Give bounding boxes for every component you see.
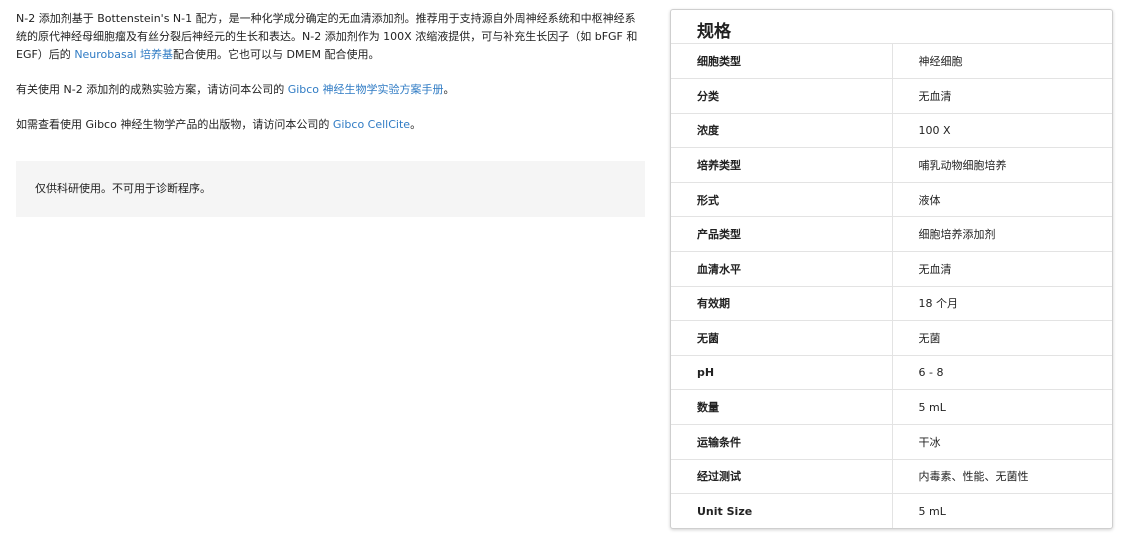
spec-value: 18 个月 [892, 286, 1112, 322]
description-text: 如需查看使用 Gibco 神经生物学产品的出版物，请访问本公司的 [16, 118, 333, 131]
spec-label: 经过测试 [671, 459, 893, 495]
spec-row: 细胞类型 神经细胞 [671, 44, 1112, 80]
spec-label: 培养类型 [671, 147, 893, 183]
spec-label: 分类 [671, 78, 893, 114]
research-use-notice: 仅供科研使用。不可用于诊断程序。 [16, 161, 645, 217]
spec-row: 无菌 无菌 [671, 320, 1112, 356]
gibco-cellcite-link[interactable]: Gibco CellCite [333, 118, 410, 131]
notice-text: 仅供科研使用。不可用于诊断程序。 [35, 182, 211, 195]
spec-label: pH [671, 355, 893, 391]
description-text: 。 [410, 118, 422, 131]
spec-row: 分类 无血清 [671, 78, 1112, 114]
specifications-panel: 规格 细胞类型 神经细胞 分类 无血清 浓度 100 X 培养类型 哺乳动物细胞培养 形… [670, 9, 1113, 529]
spec-label: 血清水平 [671, 251, 893, 287]
spec-label: 数量 [671, 389, 893, 426]
spec-value: 内毒素、性能、无菌性 [892, 459, 1112, 495]
spec-row: 经过测试 内毒素、性能、无菌性 [671, 459, 1112, 495]
spec-row: 有效期 18 个月 [671, 286, 1112, 322]
specifications-title: 规格 [671, 10, 1112, 44]
spec-value: 无菌 [892, 320, 1112, 356]
spec-value: 无血清 [892, 251, 1112, 287]
spec-row: 血清水平 无血清 [671, 251, 1112, 287]
spec-row: 运输条件 干冰 [671, 424, 1112, 460]
spec-row: pH 6 - 8 [671, 355, 1112, 391]
description-text: 。 [443, 83, 455, 96]
spec-label: 形式 [671, 182, 893, 218]
description-text: 有关使用 N-2 添加剂的成熟实验方案，请访问本公司的 [16, 83, 288, 96]
spec-value: 无血清 [892, 78, 1112, 114]
description-text: 配合使用。它也可以与 DMEM 配合使用。 [173, 48, 380, 61]
spec-label: 无菌 [671, 320, 893, 356]
spec-value: 100 X [892, 113, 1112, 149]
spec-label: Unit Size [671, 493, 893, 528]
spec-value: 细胞培养添加剂 [892, 216, 1112, 253]
spec-value: 5 mL [892, 389, 1112, 426]
spec-value: 干冰 [892, 424, 1112, 460]
description-paragraph-2: 有关使用 N-2 添加剂的成熟实验方案，请访问本公司的 Gibco 神经生物学实… [16, 81, 646, 99]
spec-label: 有效期 [671, 286, 893, 322]
spec-value: 6 - 8 [892, 355, 1112, 391]
spec-value: 液体 [892, 182, 1112, 218]
spec-label: 产品类型 [671, 216, 893, 253]
spec-value: 5 mL [918, 504, 946, 518]
neurobasal-medium-link[interactable]: Neurobasal 培养基 [74, 48, 173, 61]
description-paragraph-1: N-2 添加剂基于 Bottenstein's N-1 配方，是一种化学成分确定… [16, 10, 646, 64]
spec-row: 产品类型 细胞培养添加剂 [671, 216, 1112, 253]
specifications-table: 细胞类型 神经细胞 分类 无血清 浓度 100 X 培养类型 哺乳动物细胞培养 形式 液体… [671, 44, 1112, 528]
spec-value: 哺乳动物细胞培养 [892, 147, 1112, 183]
spec-row: 浓度 100 X [671, 113, 1112, 149]
spec-row: 培养类型 哺乳动物细胞培养 [671, 147, 1112, 183]
spec-label: 浓度 [671, 113, 893, 149]
protocol-handbook-link[interactable]: Gibco 神经生物学实验方案手册 [288, 83, 444, 96]
spec-row: Unit Size 5 mL [671, 493, 1112, 528]
spec-row: 形式 液体 [671, 182, 1112, 218]
spec-row: 数量 5 mL [671, 389, 1112, 426]
product-description: N-2 添加剂基于 Bottenstein's N-1 配方，是一种化学成分确定… [16, 10, 646, 151]
spec-label: 运输条件 [671, 424, 893, 460]
spec-value: 神经细胞 [892, 44, 1112, 80]
description-paragraph-3: 如需查看使用 Gibco 神经生物学产品的出版物，请访问本公司的 Gibco C… [16, 116, 646, 134]
spec-label: 细胞类型 [671, 44, 893, 80]
